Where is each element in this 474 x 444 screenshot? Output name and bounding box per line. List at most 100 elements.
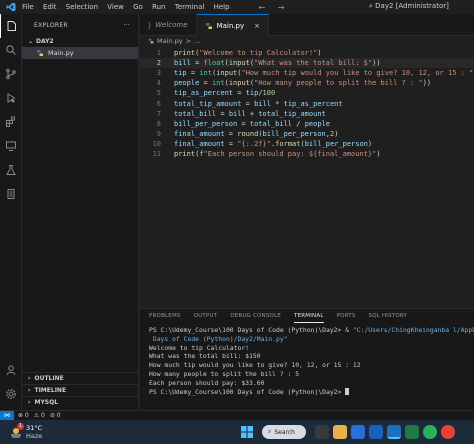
timeline-label: TIMELINE bbox=[34, 386, 67, 394]
menu-go[interactable]: Go bbox=[133, 3, 143, 11]
mysql-label: MYSQL bbox=[34, 398, 59, 406]
taskbar-search[interactable]: ⌕ Search bbox=[262, 425, 306, 439]
explorer-sidebar: EXPLORER ··· ⌄ DAY2 Main.py › OUTLINE › … bbox=[22, 14, 139, 410]
panel-tab-sql-history[interactable]: SQL HISTORY bbox=[369, 310, 408, 322]
code-text: total_bill = bill + total_tip_amount bbox=[174, 109, 326, 118]
errors-count[interactable]: ⊗ 0 bbox=[18, 412, 29, 419]
whatsapp-icon[interactable] bbox=[423, 425, 437, 439]
title-bar: File Edit Selection View Go Run Terminal… bbox=[0, 0, 474, 14]
breadcrumb-file[interactable]: Main.py bbox=[157, 37, 183, 45]
code-text: tip = int(input("How much tip would you … bbox=[174, 69, 474, 78]
code-line[interactable]: 1 print("Welcome to tip Calculator!") bbox=[140, 48, 474, 58]
file-label: Main.py bbox=[48, 49, 74, 57]
line-number: 2 bbox=[156, 59, 161, 68]
panel-tab-debug-console[interactable]: DEBUG CONSOLE bbox=[230, 310, 281, 322]
code-line[interactable]: 10 final_amount = "{:.2f}".format(bill_pe… bbox=[140, 139, 474, 149]
chevron-right-icon: › bbox=[28, 374, 31, 382]
mysql-section[interactable]: › MYSQL bbox=[22, 396, 139, 407]
windows-start-icon[interactable] bbox=[240, 425, 254, 439]
file-explorer-icon[interactable] bbox=[333, 425, 347, 439]
search-icon[interactable] bbox=[0, 38, 22, 62]
tab-label: Welcome bbox=[155, 21, 188, 29]
code-line[interactable]: 6 total_tip_amount = bill * tip_as_percen… bbox=[140, 99, 474, 109]
line-number: 7 bbox=[156, 109, 161, 118]
forward-arrow-icon[interactable]: → bbox=[278, 3, 285, 12]
menu-view[interactable]: View bbox=[107, 3, 124, 11]
search-icon: ⌕ bbox=[369, 2, 373, 10]
file-main-py[interactable]: Main.py bbox=[22, 47, 138, 59]
warnings-count[interactable]: ⚠ 0 bbox=[34, 412, 45, 419]
timeline-section[interactable]: › TIMELINE bbox=[22, 384, 139, 395]
settings-gear-icon[interactable] bbox=[0, 382, 22, 406]
run-debug-icon[interactable] bbox=[0, 86, 22, 110]
bottom-panel: PROBLEMS OUTPUT DEBUG CONSOLE TERMINAL P… bbox=[140, 308, 474, 410]
code-line[interactable]: 8 bill_per_person = total_bill / people bbox=[140, 119, 474, 129]
python-file-icon bbox=[37, 50, 43, 56]
info-count[interactable]: ⊘ 0 bbox=[50, 412, 61, 419]
vscode-taskbar-icon[interactable] bbox=[387, 425, 401, 439]
weather-temp: 31°C bbox=[26, 424, 43, 432]
account-icon[interactable] bbox=[0, 358, 22, 382]
word-icon[interactable] bbox=[369, 425, 383, 439]
menu-terminal[interactable]: Terminal bbox=[175, 3, 205, 11]
docker-icon[interactable] bbox=[0, 182, 22, 206]
folder-day2[interactable]: ⌄ DAY2 bbox=[22, 36, 138, 47]
panel-tab-terminal[interactable]: TERMINAL bbox=[294, 310, 324, 323]
line-number: 5 bbox=[156, 89, 161, 98]
code-line[interactable]: 7 total_bill = bill + total_tip_amount bbox=[140, 109, 474, 119]
terminal-line: How much tip would you like to give? 10,… bbox=[149, 361, 361, 370]
command-center-search[interactable]: ⌕ Day2 [Administrator] bbox=[369, 2, 449, 11]
task-view-icon[interactable] bbox=[315, 425, 329, 439]
code-text: print("Welcome to tip Calculator!") bbox=[174, 49, 322, 57]
explorer-icon[interactable] bbox=[0, 14, 22, 38]
line-number: 4 bbox=[156, 79, 161, 88]
store-icon[interactable] bbox=[351, 425, 365, 439]
line-number: 8 bbox=[156, 119, 161, 128]
activity-bar bbox=[0, 14, 22, 410]
code-line[interactable]: 2 bill = float(input("What was the total … bbox=[140, 58, 474, 69]
python-file-icon bbox=[205, 22, 212, 29]
tab-main-py[interactable]: Main.py × bbox=[196, 14, 269, 36]
line-number: 10 bbox=[152, 139, 161, 148]
menu-selection[interactable]: Selection bbox=[66, 3, 98, 11]
extensions-icon[interactable] bbox=[0, 110, 22, 134]
breadcrumb-tail[interactable]: ... bbox=[194, 37, 200, 45]
more-actions-icon[interactable]: ··· bbox=[123, 22, 130, 29]
code-line[interactable]: 11 print(f"Each person should pay: ${fina… bbox=[140, 149, 474, 159]
back-arrow-icon[interactable]: ← bbox=[259, 3, 266, 12]
excel-icon[interactable] bbox=[405, 425, 419, 439]
code-text: final_amount = round(bill_per_person,2) bbox=[174, 129, 339, 138]
tab-welcome[interactable]: ⟩ Welcome bbox=[140, 14, 197, 36]
weather-desc: Haze bbox=[26, 432, 43, 440]
panel-tab-ports[interactable]: PORTS bbox=[337, 310, 356, 322]
menu-run[interactable]: Run bbox=[152, 3, 165, 11]
breadcrumb-separator: > bbox=[185, 37, 192, 45]
code-text: total_tip_amount = bill * tip_as_percent bbox=[174, 99, 343, 108]
remote-indicator-icon[interactable]: ⋈ bbox=[0, 410, 14, 421]
menu-edit[interactable]: Edit bbox=[43, 3, 57, 11]
code-line[interactable]: 3 tip = int(input("How much tip would you… bbox=[140, 68, 474, 78]
terminal-output[interactable]: PS C:\Udemy_Course\100 Days of Code (Pyt… bbox=[149, 326, 474, 396]
chevron-right-icon: › bbox=[28, 398, 31, 406]
panel-tab-problems[interactable]: PROBLEMS bbox=[149, 310, 181, 322]
code-editor[interactable]: 1 print("Welcome to tip Calculator!") 2 bil… bbox=[140, 46, 474, 296]
terminal-line: Welcome to tip Calculator! bbox=[149, 343, 250, 352]
source-control-icon[interactable] bbox=[0, 62, 22, 86]
line-number: 3 bbox=[156, 69, 161, 78]
weather-widget[interactable]: 1 31°C Haze bbox=[10, 423, 70, 441]
menu-file[interactable]: File bbox=[22, 3, 34, 11]
menu-help[interactable]: Help bbox=[214, 3, 230, 11]
panel-tab-output[interactable]: OUTPUT bbox=[194, 310, 218, 322]
chrome-icon[interactable] bbox=[441, 425, 455, 439]
code-line[interactable]: 5 tip_as_percent = tip/100 bbox=[140, 88, 474, 98]
outline-section[interactable]: › OUTLINE bbox=[22, 372, 139, 383]
vscode-logo-icon bbox=[0, 0, 22, 14]
python-file-icon bbox=[148, 38, 154, 44]
outline-label: OUTLINE bbox=[34, 374, 64, 382]
close-icon[interactable]: × bbox=[254, 22, 260, 30]
remote-explorer-icon[interactable] bbox=[0, 134, 22, 158]
code-text: bill_per_person = total_bill / people bbox=[174, 119, 330, 128]
code-line[interactable]: 4 people = int(input("How many people to … bbox=[140, 78, 474, 88]
code-line[interactable]: 9 final_amount = round(bill_per_person,2) bbox=[140, 129, 474, 139]
testing-icon[interactable] bbox=[0, 158, 22, 182]
